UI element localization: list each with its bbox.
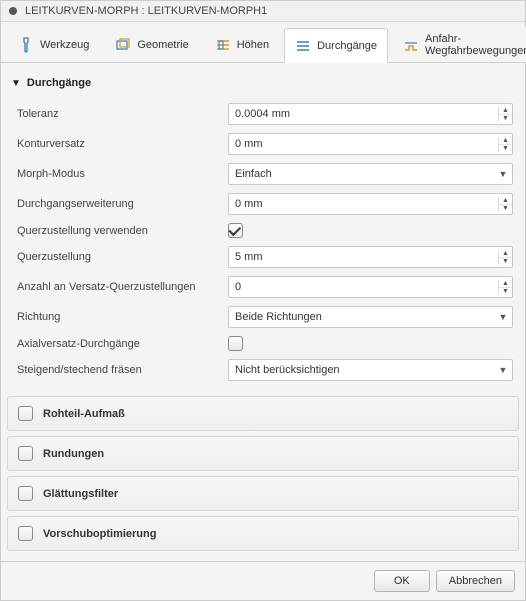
dialog-window: LEITKURVEN-MORPH : LEITKURVEN-MORPH1 Wer… xyxy=(0,0,526,601)
label-climb-conv: Steigend/stechend fräsen xyxy=(13,364,228,376)
group-smoothing-label: Glättungsfilter xyxy=(43,488,118,500)
group-stock[interactable]: Rohteil-Aufmaß xyxy=(7,396,519,431)
cancel-button[interactable]: Abbrechen xyxy=(436,570,515,592)
chevron-down-icon: ▼ xyxy=(11,78,21,89)
tab-geometry-label: Geometrie xyxy=(137,39,188,51)
chevron-down-icon: ▼ xyxy=(494,312,512,322)
spinner-offset-stepovers[interactable]: ▲▼ xyxy=(498,280,512,295)
chevron-down-icon: ▼ xyxy=(494,365,512,375)
spinner-pass-extension[interactable]: ▲▼ xyxy=(498,197,512,212)
tab-passes[interactable]: Durchgänge xyxy=(284,28,388,63)
row-tolerance: Toleranz 0.0004 mm ▲▼ xyxy=(13,99,513,129)
select-climb-conv[interactable]: Nicht berücksichtigen ▼ xyxy=(228,359,513,381)
section-passes-title: Durchgänge xyxy=(27,77,91,89)
chevron-down-icon: ▼ xyxy=(494,169,512,179)
label-axial-offset: Axialversatz-Durchgänge xyxy=(13,338,228,350)
row-direction: Richtung Beide Richtungen ▼ xyxy=(13,302,513,332)
checkbox-axial-offset[interactable] xyxy=(228,336,243,351)
input-pass-extension[interactable]: 0 mm ▲▼ xyxy=(228,193,513,215)
tab-tool-label: Werkzeug xyxy=(40,39,89,51)
tab-bar: Werkzeug Geometrie Höhen Durchgänge Anfa… xyxy=(1,22,525,63)
geometry-icon xyxy=(115,37,131,53)
label-pass-extension: Durchgangserweiterung xyxy=(13,198,228,210)
label-stepover: Querzustellung xyxy=(13,251,228,263)
group-fillets[interactable]: Rundungen xyxy=(7,436,519,471)
tab-moves-label: Anfahr-Wegfahrbewegungen xyxy=(425,33,526,57)
tab-heights[interactable]: Höhen xyxy=(204,27,280,62)
row-pass-extension: Durchgangserweiterung 0 mm ▲▼ xyxy=(13,189,513,219)
select-morph-mode[interactable]: Einfach ▼ xyxy=(228,163,513,185)
spinner-stepover[interactable]: ▲▼ xyxy=(498,250,512,265)
row-climb-conv: Steigend/stechend fräsen Nicht berücksic… xyxy=(13,355,513,385)
label-direction: Richtung xyxy=(13,311,228,323)
row-use-stepover: Querzustellung verwenden xyxy=(13,219,513,242)
input-offset-stepovers[interactable]: 0 ▲▼ xyxy=(228,276,513,298)
input-stepover[interactable]: 5 mm ▲▼ xyxy=(228,246,513,268)
label-tolerance: Toleranz xyxy=(13,108,228,120)
checkbox-fillets[interactable] xyxy=(18,446,33,461)
moves-icon xyxy=(403,37,419,53)
group-smoothing[interactable]: Glättungsfilter xyxy=(7,476,519,511)
window-title: LEITKURVEN-MORPH : LEITKURVEN-MORPH1 xyxy=(25,5,267,17)
select-direction[interactable]: Beide Richtungen ▼ xyxy=(228,306,513,328)
label-morph-mode: Morph-Modus xyxy=(13,168,228,180)
content-area: ▼ Durchgänge Toleranz 0.0004 mm ▲▼ Kontu… xyxy=(1,63,525,561)
spinner-tolerance[interactable]: ▲▼ xyxy=(498,107,512,122)
tab-geometry[interactable]: Geometrie xyxy=(104,27,199,62)
spinner-contour-offset[interactable]: ▲▼ xyxy=(498,137,512,152)
group-stock-label: Rohteil-Aufmaß xyxy=(43,408,125,420)
row-morph-mode: Morph-Modus Einfach ▼ xyxy=(13,159,513,189)
checkbox-smoothing[interactable] xyxy=(18,486,33,501)
input-contour-offset[interactable]: 0 mm ▲▼ xyxy=(228,133,513,155)
row-stepover: Querzustellung 5 mm ▲▼ xyxy=(13,242,513,272)
checkbox-feedopt[interactable] xyxy=(18,526,33,541)
label-offset-stepovers: Anzahl an Versatz-Querzustellungen xyxy=(13,281,228,293)
row-contour-offset: Konturversatz 0 mm ▲▼ xyxy=(13,129,513,159)
group-feedopt[interactable]: Vorschuboptimierung xyxy=(7,516,519,551)
tab-heights-label: Höhen xyxy=(237,39,269,51)
ok-button[interactable]: OK xyxy=(374,570,430,592)
group-fillets-label: Rundungen xyxy=(43,448,104,460)
titlebar: LEITKURVEN-MORPH : LEITKURVEN-MORPH1 xyxy=(1,1,525,22)
group-feedopt-label: Vorschuboptimierung xyxy=(43,528,156,540)
tab-passes-label: Durchgänge xyxy=(317,40,377,52)
row-offset-stepovers: Anzahl an Versatz-Querzustellungen 0 ▲▼ xyxy=(13,272,513,302)
input-tolerance[interactable]: 0.0004 mm ▲▼ xyxy=(228,103,513,125)
checkbox-use-stepover[interactable] xyxy=(228,223,243,238)
tab-tool[interactable]: Werkzeug xyxy=(7,27,100,62)
window-bullet-icon xyxy=(9,7,17,15)
footer: OK Abbrechen xyxy=(1,561,525,600)
tool-icon xyxy=(18,37,34,53)
label-contour-offset: Konturversatz xyxy=(13,138,228,150)
label-use-stepover: Querzustellung verwenden xyxy=(13,225,228,237)
heights-icon xyxy=(215,37,231,53)
section-passes-header[interactable]: ▼ Durchgänge xyxy=(7,69,519,99)
passes-form: Toleranz 0.0004 mm ▲▼ Konturversatz 0 mm… xyxy=(7,99,519,391)
tab-moves[interactable]: Anfahr-Wegfahrbewegungen xyxy=(392,27,526,62)
passes-icon xyxy=(295,38,311,54)
row-axial-offset: Axialversatz-Durchgänge xyxy=(13,332,513,355)
checkbox-stock[interactable] xyxy=(18,406,33,421)
